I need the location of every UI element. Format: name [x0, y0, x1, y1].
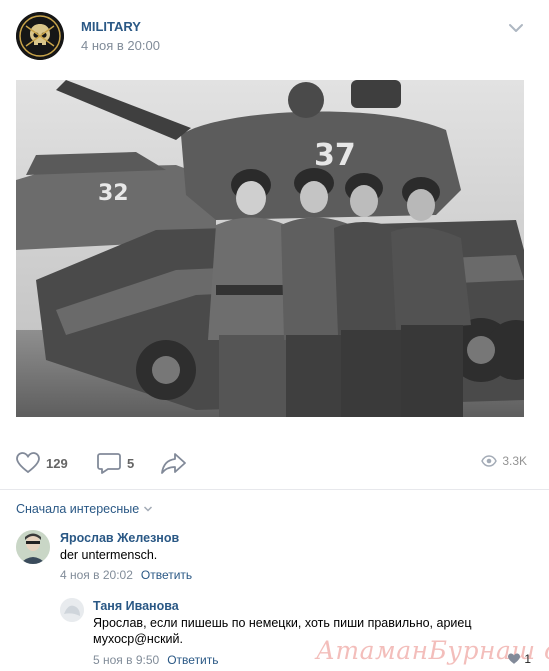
comment-date[interactable]: 5 ноя в 9:50 [93, 653, 159, 667]
comment-count: 5 [127, 455, 135, 471]
chevron-down-icon[interactable] [506, 18, 526, 38]
tank-crew-photo: 32 37 [16, 80, 524, 417]
share-arrow-icon [161, 453, 186, 474]
comment-meta: 4 ноя в 20:02 Ответить [60, 568, 192, 582]
heart-icon [508, 653, 521, 664]
reply-button[interactable]: Ответить [167, 653, 218, 667]
sort-label: Сначала интересные [16, 502, 140, 516]
view-counter: 3.3K [481, 454, 527, 468]
comment-date[interactable]: 4 ноя в 20:02 [60, 568, 133, 582]
post-author-name[interactable]: MILITARY [81, 19, 141, 34]
skull-emblem-icon [16, 12, 64, 60]
comment-bubble-icon [97, 453, 121, 474]
commenter-avatar[interactable] [60, 598, 84, 622]
comments-sort-dropdown[interactable]: Сначала интересные [16, 502, 153, 516]
avatar-photo [60, 598, 84, 622]
comment-like-count: 1 [524, 652, 531, 666]
post-date[interactable]: 4 ноя в 20:00 [81, 38, 160, 53]
comment-author[interactable]: Таня Иванова [93, 599, 179, 613]
comment-text: der untermensch. [60, 548, 158, 562]
comment-like-button[interactable]: 1 [507, 652, 531, 666]
back-tank-number: 32 [98, 181, 129, 206]
commenter-avatar[interactable] [16, 530, 50, 564]
divider [0, 489, 549, 490]
chevron-down-icon [144, 506, 153, 512]
comment-author[interactable]: Ярослав Железнов [60, 531, 179, 545]
post-actions-bar: 129 5 3.3K [0, 440, 549, 486]
front-tank-number: 37 [314, 138, 356, 173]
view-count: 3.3K [502, 454, 527, 468]
reply-button[interactable]: Ответить [141, 568, 192, 582]
like-button[interactable]: 129 [16, 452, 68, 474]
eye-icon [481, 455, 498, 467]
heart-icon [16, 452, 40, 474]
comment-button[interactable]: 5 [97, 452, 134, 474]
like-count: 129 [46, 455, 68, 471]
comment-meta: 5 ноя в 9:50 Ответить [93, 653, 219, 667]
share-button[interactable] [161, 452, 187, 474]
post-header: MILITARY 4 ноя в 20:00 [0, 0, 549, 72]
community-avatar[interactable] [16, 12, 64, 60]
post-photo[interactable]: 32 37 [16, 80, 524, 417]
avatar-photo [16, 530, 50, 564]
comment-item: Ярослав Железнов der untermensch. 4 ноя … [0, 528, 549, 588]
